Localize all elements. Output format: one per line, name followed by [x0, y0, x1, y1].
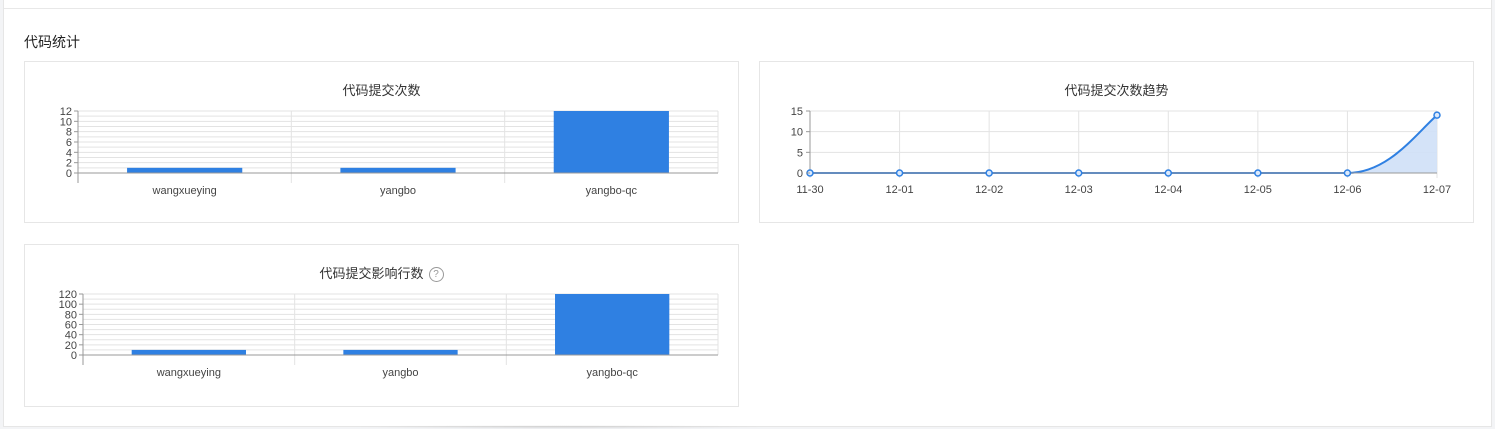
section-title: 代码统计 [24, 34, 80, 50]
data-point-12-01 [895, 169, 904, 177]
data-point-12-06 [1343, 169, 1352, 177]
x-tick-label: 12-06 [1333, 184, 1361, 196]
data-point-12-07 [1433, 111, 1441, 119]
bar-yangbo [340, 167, 456, 173]
y-tick-label: 10 [791, 127, 803, 139]
bar-wangxueying [131, 349, 246, 355]
y-tick-label: 6 [66, 137, 72, 149]
bar-yangbo-qc [555, 294, 670, 355]
commit-trend-card: 代码提交次数趋势 0 5 10 15 11-30 12-01 12-02 12-03 12-04… [759, 61, 1474, 223]
data-point-12-02 [985, 169, 993, 177]
y-tick-label: 12 [60, 106, 72, 118]
commit-count-card: 代码提交次数 0 2 4 6 8 10 12 wangxueying yangbo yangbo-… [24, 61, 739, 223]
x-tick-label: 12-03 [1065, 184, 1093, 196]
x-tick-label: 12-02 [975, 184, 1003, 196]
y-tick-label: 0 [797, 168, 803, 180]
x-tick-label: wangxueying [152, 185, 217, 197]
affected-lines-chart: 020406080100120wangxueying yangbo yangbo-q… [59, 289, 719, 379]
y-tick-label: 5 [797, 147, 803, 159]
bottom-shadow [344, 425, 774, 429]
top-divider [4, 8, 1491, 9]
data-point-12-03 [1074, 169, 1083, 177]
y-tick-label: 4 [66, 147, 72, 159]
x-tick-label: 12-05 [1244, 184, 1272, 196]
bar-yangbo [343, 349, 458, 355]
trend-line [810, 114, 1438, 174]
bar-yangbo-qc [553, 111, 669, 173]
commit-count-chart: 024681012 wangxueying yangbo yangbo-qc [60, 106, 719, 197]
x-tick-label: yangbo-qc [586, 185, 638, 197]
y-tick-label: 10 [60, 116, 72, 128]
y-tick-label: 15 [791, 106, 803, 118]
x-tick-label: 12-07 [1423, 184, 1451, 196]
page: 代码统计 代码提交次数 0 2 4 6 8 10 12 wangxueying yangbo ya… [3, 0, 1492, 429]
x-tick-label: yangbo [382, 367, 418, 379]
commit-trend-chart: 0 5 10 15 11-30 12-01 12-02 12-03 12-04 12-05 12-0… [791, 106, 1451, 196]
x-tick-label: yangbo [380, 185, 416, 197]
data-point-12-04 [1164, 169, 1173, 177]
y-tick-label: 120 [59, 289, 77, 301]
bar-wangxueying [127, 167, 243, 173]
x-tick-label: wangxueying [156, 367, 221, 379]
affected-lines-card: 代码提交影响行数? 0 20 40 60 80 100 120 wangxueying yang… [24, 244, 739, 407]
x-tick-label: 12-01 [886, 184, 914, 196]
data-point-12-05 [1254, 169, 1262, 177]
trend-area [810, 115, 1437, 173]
y-tick-label: 2 [66, 158, 72, 170]
y-tick-label: 8 [66, 127, 72, 139]
y-tick-label: 0 [66, 168, 72, 180]
x-tick-label: 11-30 [796, 184, 823, 196]
x-tick-label: yangbo-qc [586, 367, 638, 379]
x-tick-label: 12-04 [1154, 184, 1182, 196]
